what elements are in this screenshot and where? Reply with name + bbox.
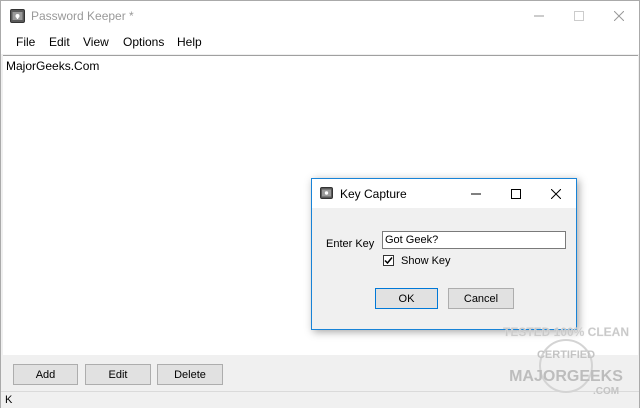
close-icon <box>614 11 624 21</box>
maximize-icon <box>574 11 584 21</box>
watermark-line4: .COM <box>593 386 619 397</box>
minimize-icon <box>471 193 481 194</box>
checkmark-icon <box>384 257 393 265</box>
title-bar[interactable]: Password Keeper * <box>1 1 639 31</box>
menu-bar: File Edit View Options Help <box>1 31 639 54</box>
window-title: Password Keeper * <box>31 9 134 23</box>
cancel-button[interactable]: Cancel <box>448 288 514 309</box>
dialog-app-icon <box>320 187 333 199</box>
majorgeeks-watermark: TESTED 100% CLEAN CERTIFIED MAJORGEEKS .… <box>503 325 629 397</box>
dialog-title-bar[interactable]: Key Capture <box>312 179 576 208</box>
menu-file[interactable]: File <box>16 35 35 49</box>
enter-key-label: Enter Key <box>326 238 375 250</box>
menu-options[interactable]: Options <box>123 35 164 49</box>
app-icon <box>10 9 25 23</box>
show-key-label[interactable]: Show Key <box>401 255 451 267</box>
key-input[interactable] <box>382 231 566 249</box>
close-icon <box>551 188 561 199</box>
close-button[interactable] <box>599 1 639 31</box>
ok-button[interactable]: OK <box>375 288 438 309</box>
text-area-content: MajorGeeks.Com <box>6 59 100 73</box>
add-button[interactable]: Add <box>13 364 78 385</box>
menu-view[interactable]: View <box>83 35 109 49</box>
dialog-close-button[interactable] <box>536 179 576 208</box>
watermark-line2: CERTIFIED <box>537 349 595 361</box>
maximize-button[interactable] <box>559 1 599 31</box>
key-capture-dialog: Key Capture Enter Key Show Key OK Cancel <box>311 178 577 330</box>
maximize-icon <box>511 188 521 199</box>
dialog-maximize-button[interactable] <box>496 179 536 208</box>
delete-button[interactable]: Delete <box>157 364 223 385</box>
dialog-title: Key Capture <box>340 187 407 201</box>
edit-button[interactable]: Edit <box>85 364 151 385</box>
dialog-minimize-button[interactable] <box>456 179 496 208</box>
show-key-checkbox[interactable] <box>383 255 394 266</box>
watermark-line3: MAJORGEEKS <box>509 368 623 385</box>
menu-help[interactable]: Help <box>177 35 202 49</box>
watermark-line1: TESTED 100% CLEAN <box>503 325 629 339</box>
menu-edit[interactable]: Edit <box>49 35 70 49</box>
minimize-button[interactable] <box>519 1 559 31</box>
status-text: K <box>5 394 13 406</box>
minimize-icon <box>534 15 544 17</box>
